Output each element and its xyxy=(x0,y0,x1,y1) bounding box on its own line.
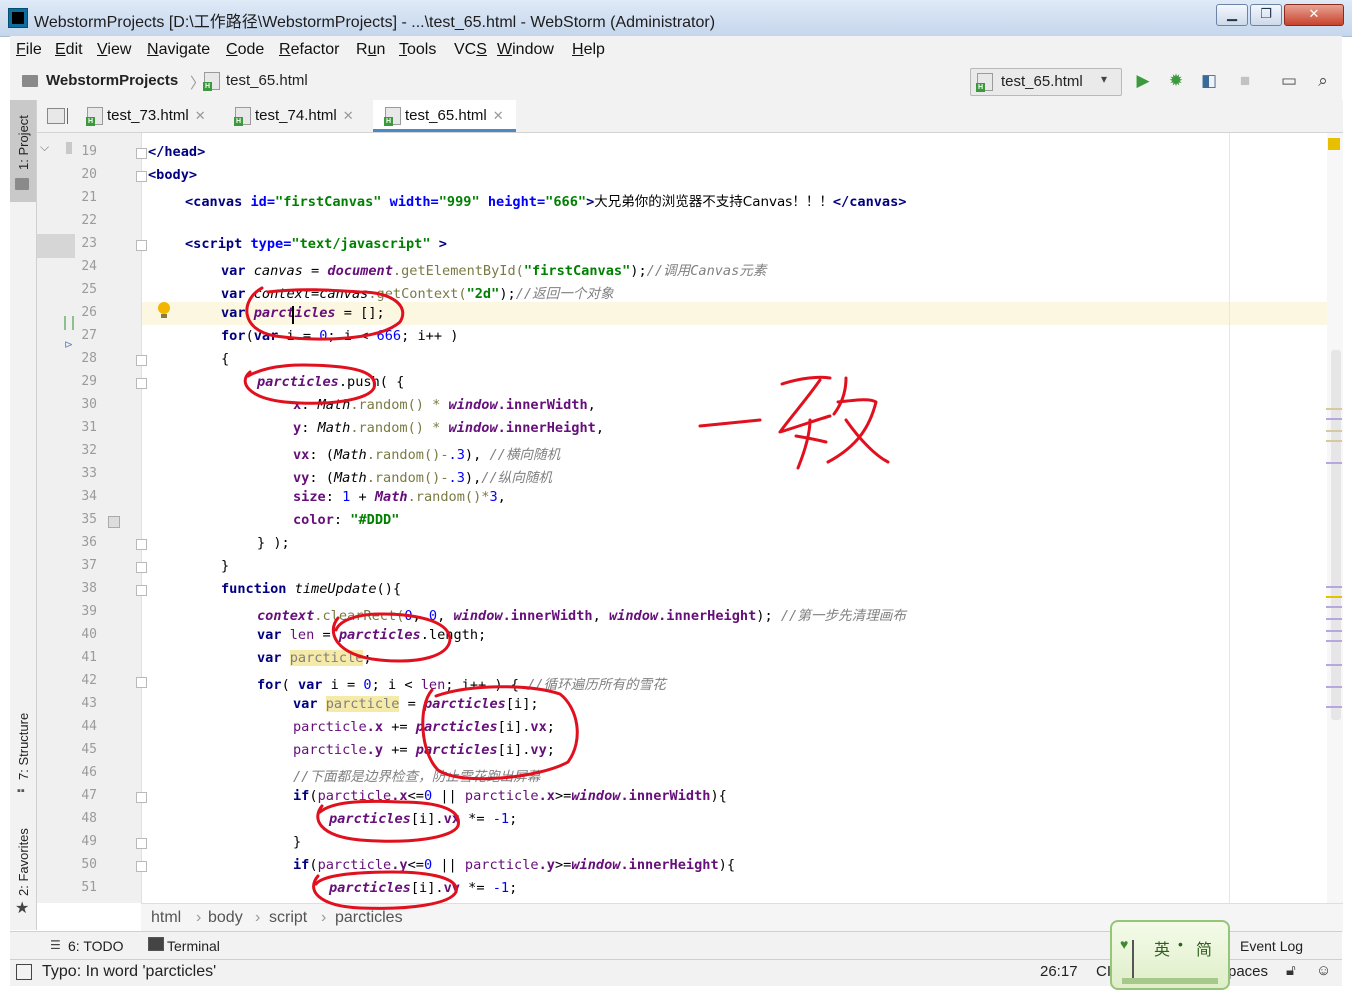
terminal-tool-button[interactable]: Terminal xyxy=(167,938,220,954)
annotation-circle-l26 xyxy=(245,286,405,341)
todo-icon: ☰ xyxy=(50,938,61,952)
annotation-circle-l43-45 xyxy=(421,685,579,781)
annotation-stroke-zhi2 xyxy=(778,378,832,434)
terminal-icon xyxy=(148,937,164,951)
annotation-stroke-yi xyxy=(698,418,762,428)
ime-mode[interactable]: 简 xyxy=(1196,936,1212,960)
todo-tool-button[interactable]: 6: TODO xyxy=(68,938,124,954)
annotation-circle-l29 xyxy=(243,363,376,405)
annotation-stroke-zhi4 xyxy=(826,376,890,464)
line-separator-indicator[interactable]: CI xyxy=(1096,963,1111,980)
caret-position[interactable]: 26:17 xyxy=(1040,963,1078,980)
annotation-circle-l48 xyxy=(316,799,460,843)
lock-icon[interactable]: 🔓︎ xyxy=(1286,962,1296,979)
indent-indicator[interactable]: paces xyxy=(1228,963,1268,980)
ime-separator: • xyxy=(1178,936,1183,952)
ime-toolbar[interactable]: ♥ 英 • 简 xyxy=(1110,920,1230,990)
event-log-tool-button[interactable]: Event Log xyxy=(1240,938,1303,954)
handwritten-annotations xyxy=(243,286,890,910)
tower-icon xyxy=(1132,940,1134,982)
inspector-icon[interactable]: ☺ xyxy=(1316,962,1331,979)
annotation-circle-l40 xyxy=(331,612,452,663)
annotation-circle-l51 xyxy=(312,870,458,910)
status-message: Typo: In word 'parcticles' xyxy=(42,963,217,980)
heart-icon: ♥ xyxy=(1120,936,1129,952)
annotation-stroke-zhi1 xyxy=(780,375,832,386)
tool-windows-toggle-icon[interactable] xyxy=(16,964,32,980)
ime-skin-decoration xyxy=(1122,978,1218,984)
ime-language[interactable]: 英 xyxy=(1154,936,1170,960)
annotation-stroke-zhi3 xyxy=(794,418,828,470)
